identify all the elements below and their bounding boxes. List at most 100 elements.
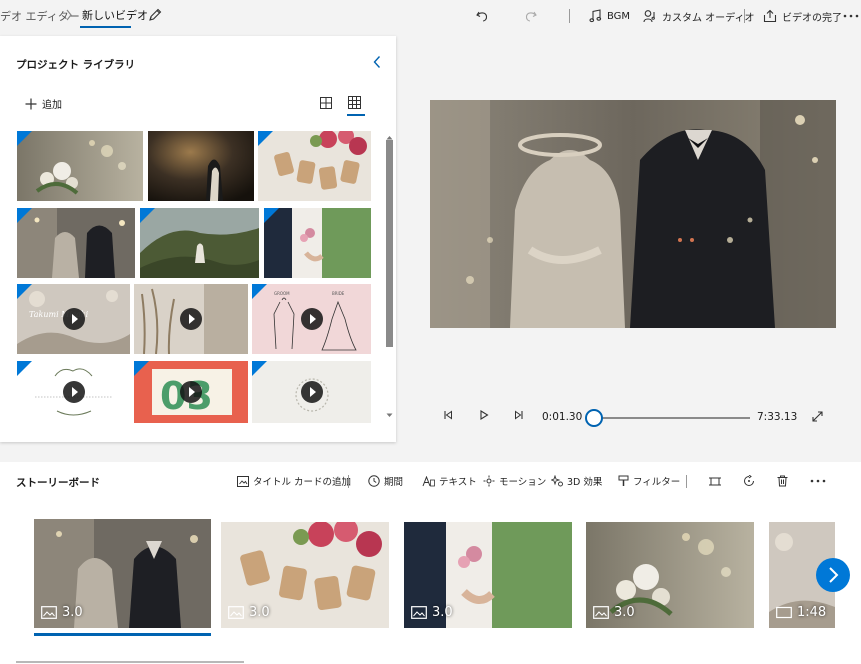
used-in-project-marker [17, 208, 32, 223]
library-scroll-thumb[interactable] [386, 140, 393, 347]
bgm-button[interactable]: BGM [589, 0, 630, 32]
library-item-hill-couple[interactable] [140, 208, 259, 278]
chevron-right-icon [65, 9, 73, 21]
grid-large-icon [320, 97, 332, 109]
used-in-project-marker [252, 361, 267, 376]
finish-video-button[interactable]: ビデオの完了 [763, 0, 842, 32]
library-item-couple-dark[interactable] [148, 131, 254, 201]
project-library-panel: プロジェクト ライブラリ 追加 Takumi Misaki GROOM BRID… [0, 36, 396, 442]
rotate-icon [744, 475, 754, 486]
toolbar-divider [686, 475, 687, 488]
used-in-project-marker [264, 208, 279, 223]
play-icon [180, 308, 202, 330]
storyboard-next-button[interactable] [816, 558, 850, 592]
custom-audio-button[interactable]: カスタム オーディオ [643, 0, 754, 32]
filter-brush-icon [618, 475, 629, 486]
library-item-grass-video[interactable] [134, 284, 248, 354]
filters-label: フィルター [633, 477, 681, 488]
used-in-project-marker [17, 284, 32, 299]
storyboard-title: ストーリーボード [16, 477, 100, 489]
library-item-number-03-video[interactable]: 03 [134, 361, 248, 423]
undo-icon [476, 11, 488, 22]
scroll-down-arrow-icon[interactable] [386, 413, 393, 418]
bride-label: BRIDE [332, 291, 345, 296]
crop-button[interactable] [709, 472, 721, 490]
delete-clip-button[interactable] [777, 472, 788, 490]
used-in-project-marker [258, 131, 273, 146]
library-item-mannequins[interactable] [17, 208, 135, 278]
filters-button[interactable]: フィルター [618, 472, 680, 490]
duration-label: 期間 [384, 477, 404, 488]
redo-icon [525, 11, 537, 22]
bgm-label: BGM [607, 10, 631, 22]
seek-bar[interactable] [594, 417, 750, 419]
person-audio-icon [643, 10, 655, 23]
duration-button[interactable]: 期間 [368, 472, 403, 490]
fullscreen-button[interactable] [812, 411, 823, 422]
motion-button[interactable]: モーション [483, 472, 546, 490]
library-title: プロジェクト ライブラリ [16, 59, 136, 71]
clip-duration-badge: 3.0 [411, 605, 453, 620]
clip-duration-badge: 3.0 [41, 605, 83, 620]
crop-icon [709, 477, 721, 485]
play-button[interactable] [479, 410, 489, 420]
3d-effects-label: 3D 効果 [567, 477, 603, 488]
play-icon [180, 381, 202, 403]
sparkle-effects-icon [551, 475, 563, 487]
plus-icon [25, 98, 37, 109]
breadcrumb-project-name[interactable]: 新しいビデオ [82, 7, 148, 23]
text-label: テキスト [439, 477, 477, 488]
clip-duration: 3.0 [249, 605, 270, 620]
storyboard-scrollbar[interactable] [16, 661, 244, 663]
clip-duration: 3.0 [62, 605, 83, 620]
library-item-thank-you-tags[interactable] [258, 131, 371, 201]
video-preview[interactable] [430, 100, 836, 328]
used-in-project-marker [252, 284, 267, 299]
library-item-groom-bride-video[interactable]: GROOM BRIDE [252, 284, 371, 354]
library-item-bride-bouquet[interactable] [264, 208, 371, 278]
media-thumbnail [264, 208, 371, 278]
collapse-library-button[interactable] [372, 55, 382, 69]
storyboard-clip-2[interactable]: 3.0 [221, 522, 389, 628]
play-icon [300, 308, 323, 330]
pencil-icon[interactable] [148, 8, 162, 22]
media-thumbnail [140, 208, 259, 278]
more-options-button[interactable] [843, 0, 859, 32]
add-media-button[interactable]: 追加 [25, 96, 62, 111]
more-dots-icon [810, 479, 826, 483]
media-thumbnail [17, 131, 143, 201]
add-media-label: 追加 [42, 100, 62, 111]
text-button[interactable]: テキスト [422, 472, 477, 490]
storyboard-clip-1[interactable]: 3.0 [34, 519, 211, 628]
clip-duration: 3.0 [432, 605, 453, 620]
storyboard-more-button[interactable] [810, 472, 826, 490]
library-item-flowers-bokeh[interactable] [17, 131, 143, 201]
text-icon [422, 475, 435, 486]
finish-video-label: ビデオの完了 [782, 12, 842, 24]
used-in-project-marker [134, 361, 149, 376]
rotate-button[interactable] [743, 472, 755, 490]
next-frame-button[interactable] [514, 410, 524, 420]
3d-effects-button[interactable]: 3D 効果 [551, 472, 602, 490]
video-icon [776, 606, 792, 619]
library-item-wreath-text-video[interactable] [17, 361, 130, 423]
storyboard-clip-4[interactable]: 3.0 [586, 522, 754, 628]
previous-frame-button[interactable] [443, 410, 453, 420]
grid-small-icon [348, 96, 361, 109]
image-icon [41, 606, 57, 619]
redo-button[interactable] [524, 0, 538, 32]
storyboard-clip-3[interactable]: 3.0 [404, 522, 572, 628]
add-title-card-button[interactable]: タイトル カードの追加 [237, 472, 351, 490]
media-thumbnail [17, 208, 135, 278]
seek-handle[interactable] [585, 409, 603, 427]
chevron-right-icon [829, 567, 839, 583]
library-item-takumi-misaki-video[interactable]: Takumi Misaki [17, 284, 130, 354]
add-title-card-label: タイトル カードの追加 [253, 477, 352, 488]
large-thumbnail-view-button[interactable] [320, 97, 332, 109]
library-item-dotted-wreath-video[interactable] [252, 361, 371, 423]
undo-button[interactable] [475, 0, 489, 32]
toolbar-divider [744, 9, 745, 23]
small-thumbnail-view-button[interactable] [348, 96, 361, 109]
clip-duration-badge: 1:48 [776, 605, 826, 620]
current-time: 0:01.30 [542, 411, 583, 423]
